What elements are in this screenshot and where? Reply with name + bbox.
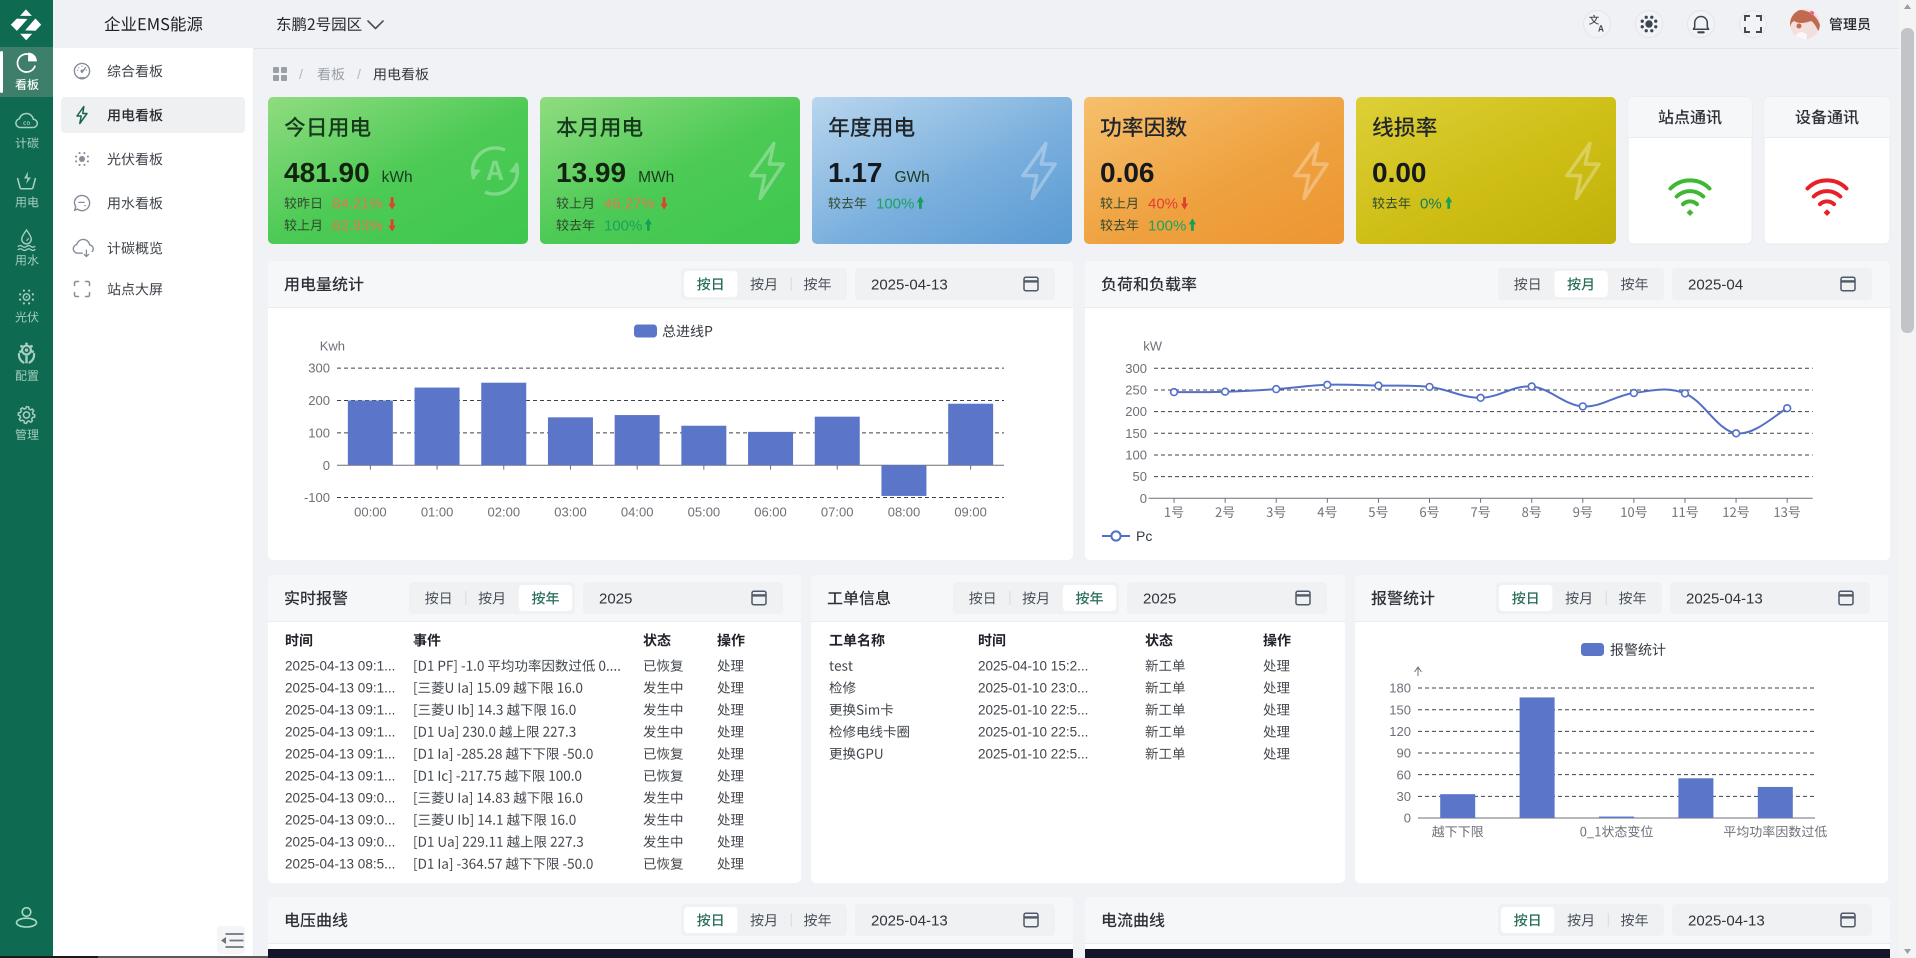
- svg-text:62.93%: 62.93%: [332, 217, 383, 234]
- svg-text:100%: 100%: [604, 217, 642, 234]
- svg-text:05:00: 05:00: [688, 505, 721, 520]
- svg-text:2025-04-13: 2025-04-13: [1686, 590, 1763, 607]
- svg-text:2025-04-13 09:1...: 2025-04-13 09:1...: [285, 658, 395, 673]
- svg-text:kW: kW: [1143, 339, 1163, 354]
- svg-text:03:00: 03:00: [554, 505, 587, 520]
- svg-text:2025: 2025: [599, 590, 632, 607]
- svg-text:kWh: kWh: [382, 169, 413, 186]
- svg-text:180: 180: [1389, 681, 1411, 696]
- svg-text:13.99: 13.99: [556, 157, 626, 188]
- svg-text:100: 100: [308, 425, 330, 440]
- svg-text:/: /: [357, 66, 361, 82]
- svg-text:2025-04: 2025-04: [1688, 276, 1743, 293]
- svg-text:2025-01-10 23:0...: 2025-01-10 23:0...: [978, 680, 1088, 695]
- svg-text:04:00: 04:00: [621, 505, 654, 520]
- svg-text:300: 300: [308, 361, 330, 376]
- svg-text:46.27%: 46.27%: [604, 195, 655, 212]
- svg-text:01:00: 01:00: [421, 505, 454, 520]
- svg-text:84.21%: 84.21%: [332, 195, 383, 212]
- svg-text:2025-04-13 08:5...: 2025-04-13 08:5...: [285, 856, 395, 871]
- svg-text:0.00: 0.00: [1372, 157, 1427, 188]
- svg-text:40%: 40%: [1148, 195, 1178, 212]
- svg-text:2025-04-13 09:0...: 2025-04-13 09:0...: [285, 790, 395, 805]
- svg-text:2025-04-10 15:2...: 2025-04-10 15:2...: [978, 658, 1088, 673]
- svg-text:2025-04-13: 2025-04-13: [1688, 912, 1765, 929]
- svg-text:100: 100: [1125, 448, 1147, 463]
- svg-text:150: 150: [1389, 702, 1411, 717]
- svg-text:2025-04-13 09:1...: 2025-04-13 09:1...: [285, 768, 395, 783]
- svg-text:2025: 2025: [1143, 590, 1176, 607]
- svg-text:2025-04-13 09:1...: 2025-04-13 09:1...: [285, 724, 395, 739]
- svg-text:07:00: 07:00: [821, 505, 854, 520]
- svg-text:/: /: [299, 66, 303, 82]
- svg-text:90: 90: [1397, 746, 1411, 761]
- svg-text:2025-04-13 09:1...: 2025-04-13 09:1...: [285, 746, 395, 761]
- svg-text:120: 120: [1389, 724, 1411, 739]
- svg-text:00:00: 00:00: [354, 505, 387, 520]
- svg-text:2025-01-10 22:5...: 2025-01-10 22:5...: [978, 702, 1088, 717]
- svg-text:0.06: 0.06: [1100, 157, 1155, 188]
- svg-text:200: 200: [308, 393, 330, 408]
- svg-text:2025-04-13 09:0...: 2025-04-13 09:0...: [285, 812, 395, 827]
- svg-text:02:00: 02:00: [488, 505, 521, 520]
- svg-text:2025-01-10 22:5...: 2025-01-10 22:5...: [978, 746, 1088, 761]
- svg-text:150: 150: [1125, 426, 1147, 441]
- svg-text:50: 50: [1133, 469, 1147, 484]
- svg-text:481.90: 481.90: [284, 157, 370, 188]
- svg-text:2025-04-13: 2025-04-13: [871, 276, 948, 293]
- svg-text:2025-04-13: 2025-04-13: [871, 912, 948, 929]
- svg-text:200: 200: [1125, 404, 1147, 419]
- svg-text:0%: 0%: [1420, 195, 1442, 212]
- svg-text:GWh: GWh: [895, 169, 930, 186]
- svg-text:60: 60: [1397, 767, 1411, 782]
- svg-text:MWh: MWh: [638, 169, 674, 186]
- svg-text:Pc: Pc: [1136, 528, 1152, 544]
- svg-text:2025-01-10 22:5...: 2025-01-10 22:5...: [978, 724, 1088, 739]
- svg-text:0: 0: [1404, 811, 1411, 826]
- svg-text:2025-04-13 09:0...: 2025-04-13 09:0...: [285, 834, 395, 849]
- svg-text:1.17: 1.17: [828, 157, 883, 188]
- svg-text:Kwh: Kwh: [320, 339, 345, 354]
- svg-text:09:00: 09:00: [954, 505, 987, 520]
- svg-text:100%: 100%: [1148, 217, 1186, 234]
- svg-text:2025-04-13 09:1...: 2025-04-13 09:1...: [285, 702, 395, 717]
- svg-text:250: 250: [1125, 383, 1147, 398]
- svg-text:0: 0: [323, 458, 330, 473]
- svg-text:2025-04-13 09:1...: 2025-04-13 09:1...: [285, 680, 395, 695]
- svg-text:30: 30: [1397, 789, 1411, 804]
- svg-text:100%: 100%: [876, 195, 914, 212]
- svg-text:-100: -100: [304, 490, 330, 505]
- svg-text:300: 300: [1125, 361, 1147, 376]
- svg-text:08:00: 08:00: [888, 505, 921, 520]
- svg-text:06:00: 06:00: [754, 505, 787, 520]
- svg-text:0: 0: [1140, 491, 1147, 506]
